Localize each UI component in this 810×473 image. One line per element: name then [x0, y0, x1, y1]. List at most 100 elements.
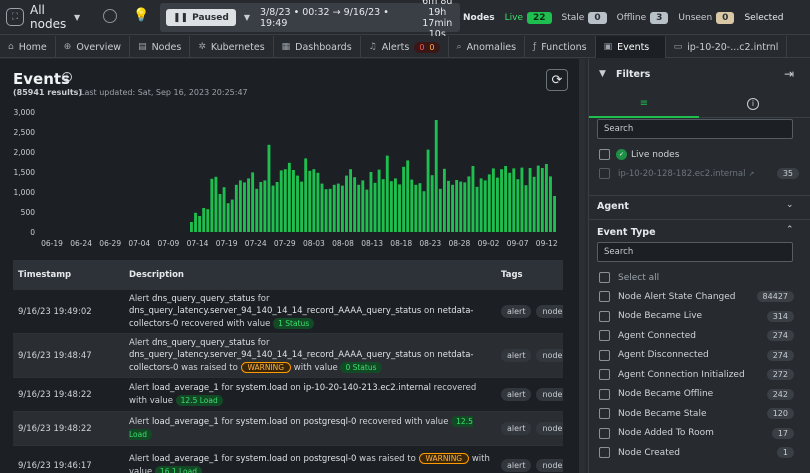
chart-name-link[interactable]: dns_query_latency.server_94_140_14_14_re… [129, 350, 421, 360]
node-search-input[interactable]: Search [597, 119, 793, 139]
event-type-filter[interactable]: Node Became Stale 120 [599, 404, 809, 424]
collapse-panel-icon[interactable]: ⇥ [784, 67, 794, 81]
histogram-bar[interactable] [320, 183, 324, 232]
table-row[interactable]: 9/16/23 19:48:22 Alert load_average_1 for… [13, 412, 563, 446]
histogram-bar[interactable] [365, 189, 369, 232]
histogram-bar[interactable] [312, 169, 316, 232]
histogram-bar[interactable] [296, 175, 299, 232]
table-row[interactable]: 9/16/23 19:48:22 Alert load_average_1 for… [13, 378, 563, 412]
histogram-bar[interactable] [300, 181, 304, 232]
histogram-bar[interactable] [463, 182, 467, 232]
pause-button[interactable]: ❚❚ Paused [166, 9, 236, 26]
histogram-bar[interactable] [238, 180, 242, 232]
offline-node-filter[interactable]: ip-10-20-128-182.ec2.internal ↗ 35 [599, 164, 810, 184]
histogram-bar[interactable] [475, 186, 479, 232]
histogram-bar[interactable] [389, 181, 393, 232]
tab-functions[interactable]: ƒ Functions [525, 36, 596, 58]
chart-name-link[interactable]: system.load [236, 383, 288, 393]
histogram-bar[interactable] [226, 203, 230, 232]
histogram-bar[interactable] [544, 164, 548, 232]
histogram-bar[interactable] [381, 179, 385, 232]
histogram-bar[interactable] [385, 155, 389, 232]
tag-chip[interactable]: alert [501, 388, 532, 401]
stale-label[interactable]: Stale [562, 13, 585, 23]
histogram-bar[interactable] [438, 188, 442, 232]
histogram-bar[interactable] [324, 189, 328, 232]
table-row[interactable]: 9/16/23 19:49:02 Alert dns_query_query_st… [13, 290, 563, 334]
event-type-filter[interactable]: Node Added To Room 17 [599, 424, 809, 444]
histogram-bar[interactable] [247, 178, 250, 232]
info-tab-icon[interactable]: i [747, 98, 759, 110]
histogram-bar[interactable] [491, 168, 495, 232]
histogram-bar[interactable] [194, 212, 197, 232]
histogram-bar[interactable] [418, 183, 422, 232]
histogram-bar[interactable] [275, 182, 279, 232]
histogram-bar[interactable] [255, 188, 259, 232]
histogram-bar[interactable] [332, 184, 336, 232]
tag-chip[interactable]: node [536, 305, 563, 318]
histogram-bar[interactable] [455, 180, 459, 232]
selected-label[interactable]: Selected [744, 13, 783, 23]
histogram-bar[interactable] [524, 185, 528, 232]
histogram-bar[interactable] [243, 182, 246, 232]
histogram-bar[interactable] [234, 184, 238, 232]
event-type-search-input[interactable]: Search [597, 242, 793, 262]
histogram-bar[interactable] [553, 196, 556, 232]
histogram-bar[interactable] [308, 170, 312, 232]
tag-chip[interactable]: node [536, 459, 563, 472]
chevron-down-icon[interactable]: ⌄ [786, 200, 794, 210]
header-tags[interactable]: Tags [495, 270, 563, 280]
histogram-bar[interactable] [459, 181, 463, 232]
histogram-bar[interactable] [500, 169, 503, 232]
tag-chip[interactable]: node [536, 422, 563, 435]
checkbox[interactable] [599, 310, 610, 322]
offline-label[interactable]: Offline [617, 13, 647, 23]
node-name-link[interactable]: postgresql-0 [304, 417, 357, 427]
chart-name-link[interactable]: system.load [236, 454, 288, 464]
checkbox[interactable] [599, 272, 610, 284]
histogram-bar[interactable] [287, 162, 291, 232]
checkbox[interactable] [599, 388, 610, 400]
live-nodes-filter[interactable]: ✓ Live nodes [599, 145, 804, 165]
settings-gear-icon[interactable] [103, 9, 117, 23]
time-picker[interactable]: ❚❚ Paused ▼ 3/8/23 • 00:32 → 9/16/23 • 19… [160, 0, 460, 40]
tab-nodes[interactable]: ▤ Nodes [130, 36, 191, 58]
info-icon[interactable]: i [62, 72, 72, 82]
tag-chip[interactable]: alert [501, 349, 532, 362]
tab-node[interactable]: ▭ ip-10-20-...c2.intrnl [666, 36, 788, 58]
histogram-bar[interactable] [426, 149, 430, 232]
tab-events[interactable]: ▣ Events [595, 36, 666, 58]
histogram-bar[interactable] [377, 169, 381, 232]
event-type-filter[interactable]: Node Became Live 314 [599, 307, 809, 327]
histogram-bar[interactable] [369, 172, 373, 232]
histogram-bar[interactable] [520, 167, 524, 232]
histogram-bar[interactable] [328, 188, 332, 232]
histogram-bar[interactable] [336, 183, 340, 232]
histogram-bar[interactable] [214, 176, 218, 232]
histogram-bar[interactable] [504, 166, 508, 232]
histogram-bar[interactable] [345, 175, 348, 232]
histogram-bar[interactable] [496, 177, 499, 232]
histogram-bar[interactable] [361, 180, 365, 232]
tab-home[interactable]: ⌂ Home [0, 36, 56, 58]
filters-tab-icon[interactable]: ≡ [589, 92, 699, 118]
histogram-bar[interactable] [447, 180, 450, 232]
histogram-bar[interactable] [316, 172, 320, 232]
histogram-bar[interactable] [414, 184, 418, 232]
alert-name-link[interactable]: load_average_1 [152, 383, 219, 393]
tab-alerts[interactable]: ♫ Alerts 0 0 [361, 36, 449, 58]
histogram-bar[interactable] [263, 180, 267, 232]
histogram-bar[interactable] [451, 184, 454, 232]
node-name-link[interactable]: ip-10-20-140-213.ec2.internal [304, 383, 431, 393]
histogram-bar[interactable] [340, 185, 344, 232]
histogram-bar[interactable] [516, 179, 520, 232]
select-all-filter[interactable]: Select all [599, 268, 809, 288]
histogram-bar[interactable] [402, 166, 406, 232]
checkbox[interactable] [599, 168, 610, 180]
checkbox[interactable] [599, 369, 610, 381]
event-type-filter[interactable]: Node Created 1 [599, 443, 809, 463]
checkbox[interactable] [599, 408, 610, 420]
tag-chip[interactable]: alert [501, 422, 532, 435]
alert-name-link[interactable]: dns_query_query_status [152, 294, 255, 304]
tag-chip[interactable]: alert [501, 459, 532, 472]
